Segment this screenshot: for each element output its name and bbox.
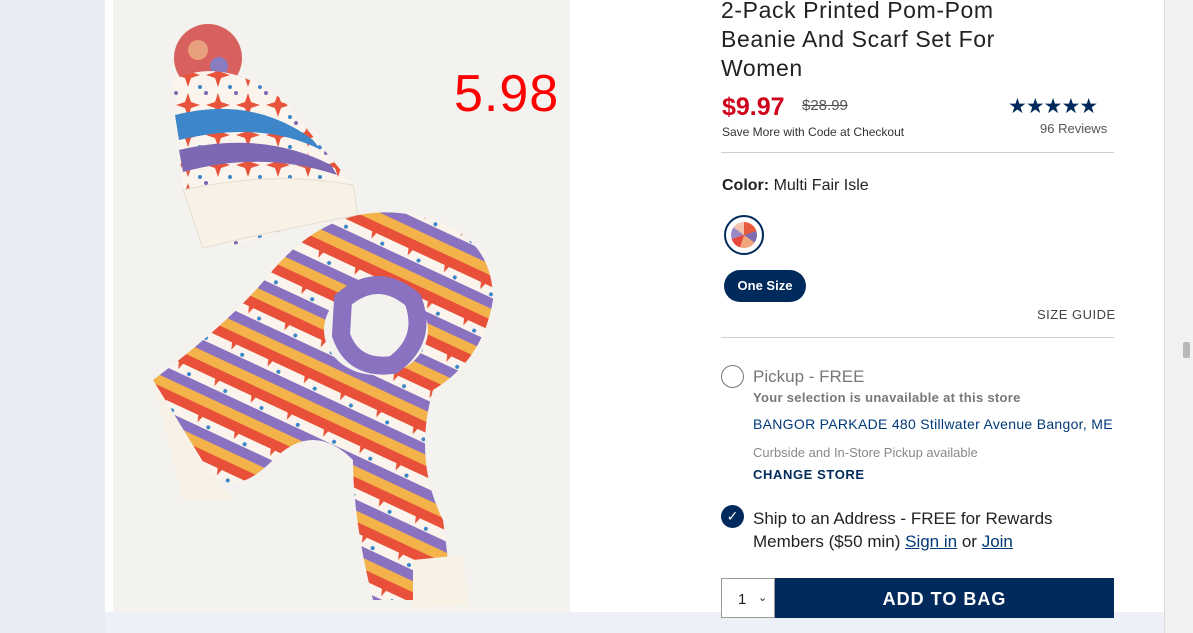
- quantity-select[interactable]: 1 ⌄: [721, 578, 775, 618]
- size-one-size-button[interactable]: One Size: [724, 270, 806, 302]
- join-link[interactable]: Join: [982, 532, 1013, 551]
- quantity-value: 1: [738, 591, 747, 608]
- divider: [721, 152, 1114, 153]
- chevron-down-icon: ⌄: [758, 592, 768, 604]
- save-note: Save More with Code at Checkout: [722, 125, 905, 139]
- product-title: 2-Pack Printed Pom-Pom Beanie And Scarf …: [721, 0, 995, 81]
- color-line: Color: Multi Fair Isle: [722, 177, 869, 195]
- store-name: BANGOR PARKADE 480 Stillwater Avenue Ban…: [753, 416, 1113, 432]
- color-value: Multi Fair Isle: [773, 177, 869, 194]
- scrollbar-thumb[interactable]: [1183, 342, 1190, 358]
- color-swatch-button[interactable]: [724, 215, 764, 255]
- pickup-label[interactable]: Pickup - FREE: [753, 367, 864, 387]
- divider: [721, 337, 1114, 338]
- ship-checkmark-icon[interactable]: ✓: [721, 505, 744, 528]
- sign-in-link[interactable]: Sign in: [905, 532, 957, 551]
- or-text: or: [961, 532, 977, 551]
- scrollbar-track[interactable]: [1164, 0, 1193, 633]
- original-price: $28.99: [802, 97, 848, 114]
- pickup-unavailable-text: Your selection is unavailable at this st…: [753, 390, 1021, 405]
- ship-to-address-label[interactable]: Ship to an Address - FREE for Rewards Me…: [753, 507, 1103, 553]
- overlay-price: 5.98: [454, 65, 560, 123]
- change-store-link[interactable]: CHANGE STORE: [753, 467, 865, 482]
- add-to-bag-button[interactable]: ADD TO BAG: [775, 578, 1114, 618]
- color-label: Color:: [722, 177, 770, 194]
- fair-isle-swatch-icon: [731, 222, 757, 248]
- rating-stars-icon[interactable]: ★★★★★: [1008, 94, 1098, 119]
- pickup-radio[interactable]: [721, 365, 744, 388]
- size-guide-link[interactable]: SIZE GUIDE: [1037, 307, 1116, 322]
- reviews-link[interactable]: 96 Reviews: [1040, 121, 1107, 136]
- sale-price: $9.97: [722, 93, 785, 121]
- curbside-text: Curbside and In-Store Pickup available: [753, 445, 978, 460]
